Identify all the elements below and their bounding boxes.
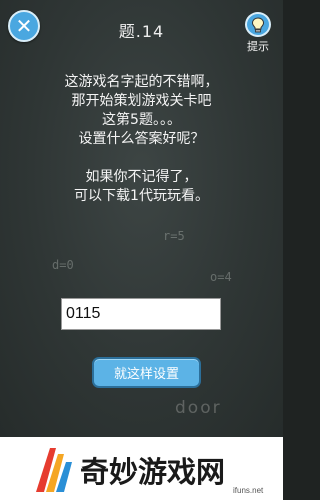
question-line: 这第5题。。。 [102,112,181,128]
brand-logo-icon [36,448,72,492]
question-text: 这游戏名字起的不错啊， 那开始策划游戏关卡吧 这第5题。。。 设置什么答案好呢？… [0,73,283,206]
question-line: 可以下载1代玩玩看。 [74,188,209,204]
question-line: 这游戏名字起的不错啊， [64,74,219,90]
chalk-mark-o: o=4 [210,270,232,284]
hint-label: 提示 [247,40,269,53]
submit-answer-button[interactable]: 就这样设置 [92,357,201,388]
question-line: 如果你不记得了， [85,169,198,185]
lightbulb-icon [245,12,271,37]
question-line: 设置什么答案好呢？ [78,131,205,147]
hint-button[interactable]: 提示 [240,12,276,54]
chalk-mark-door: door [175,398,222,418]
chalk-mark-r: r=5 [163,229,185,243]
question-line: 那开始策划游戏关卡吧 [71,93,212,109]
brand-name: 奇妙游戏网 [80,455,226,489]
brand-domain: ifuns.net [233,486,264,495]
answer-input[interactable] [61,298,221,330]
chalk-mark-d: d=0 [52,258,74,272]
